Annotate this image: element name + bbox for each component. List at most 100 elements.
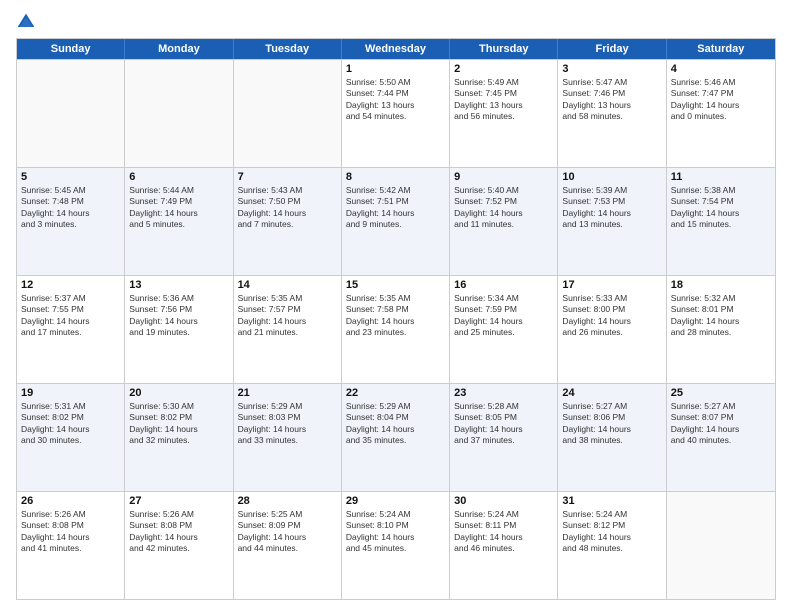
day-info: Sunrise: 5:44 AM Sunset: 7:49 PM Dayligh…: [129, 185, 228, 231]
day-info: Sunrise: 5:27 AM Sunset: 8:06 PM Dayligh…: [562, 401, 661, 447]
day-number: 22: [346, 387, 445, 399]
day-number: 1: [346, 63, 445, 75]
day-number: 7: [238, 171, 337, 183]
header-monday: Monday: [125, 39, 233, 59]
header-sunday: Sunday: [17, 39, 125, 59]
day-number: 9: [454, 171, 553, 183]
day-info: Sunrise: 5:46 AM Sunset: 7:47 PM Dayligh…: [671, 77, 771, 123]
day-cell-20: 20Sunrise: 5:30 AM Sunset: 8:02 PM Dayli…: [125, 384, 233, 491]
day-number: 20: [129, 387, 228, 399]
empty-cell-0-0: [17, 60, 125, 167]
day-cell-6: 6 Sunrise: 5:44 AM Sunset: 7:49 PM Daylig…: [125, 168, 233, 275]
day-number: 29: [346, 495, 445, 507]
header-thursday: Thursday: [450, 39, 558, 59]
day-cell-28: 28Sunrise: 5:25 AM Sunset: 8:09 PM Dayli…: [234, 492, 342, 599]
day-cell-22: 22 Sunrise: 5:29 AM Sunset: 8:04 PM Dayli…: [342, 384, 450, 491]
day-number: 19: [21, 387, 120, 399]
day-number: 17: [562, 279, 661, 291]
calendar-body: 1 Sunrise: 5:50 AM Sunset: 7:44 PM Daylig…: [17, 59, 775, 599]
day-info: Sunrise: 5:24 AM Sunset: 8:10 PM Dayligh…: [346, 509, 445, 555]
day-info: Sunrise: 5:34 AM Sunset: 7:59 PM Dayligh…: [454, 293, 553, 339]
header-wednesday: Wednesday: [342, 39, 450, 59]
empty-cell-4-6: [667, 492, 775, 599]
day-number: 15: [346, 279, 445, 291]
day-info: Sunrise: 5:27 AM Sunset: 8:07 PM Dayligh…: [671, 401, 771, 447]
day-number: 10: [562, 171, 661, 183]
day-info: Sunrise: 5:35 AM Sunset: 7:57 PM Dayligh…: [238, 293, 337, 339]
day-cell-27: 27 Sunrise: 5:26 AM Sunset: 8:08 PM Dayli…: [125, 492, 233, 599]
day-cell-30: 30 Sunrise: 5:24 AM Sunset: 8:11 PM Dayli…: [450, 492, 558, 599]
day-cell-24: 24 Sunrise: 5:27 AM Sunset: 8:06 PM Dayli…: [558, 384, 666, 491]
day-number: 31: [562, 495, 661, 507]
day-number: 4: [671, 63, 771, 75]
day-cell-23: 23 Sunrise: 5:28 AM Sunset: 8:05 PM Dayli…: [450, 384, 558, 491]
calendar: SundayMondayTuesdayWednesdayThursdayFrid…: [16, 38, 776, 600]
day-cell-17: 17 Sunrise: 5:33 AM Sunset: 8:00 PM Dayli…: [558, 276, 666, 383]
day-number: 5: [21, 171, 120, 183]
page-header: [16, 12, 776, 32]
day-info: Sunrise: 5:33 AM Sunset: 8:00 PM Dayligh…: [562, 293, 661, 339]
day-cell-1: 1 Sunrise: 5:50 AM Sunset: 7:44 PM Daylig…: [342, 60, 450, 167]
calendar-row-1: 5 Sunrise: 5:45 AM Sunset: 7:48 PM Daylig…: [17, 167, 775, 275]
day-info: Sunrise: 5:24 AM Sunset: 8:11 PM Dayligh…: [454, 509, 553, 555]
day-cell-31: 31Sunrise: 5:24 AM Sunset: 8:12 PM Dayli…: [558, 492, 666, 599]
day-cell-18: 18 Sunrise: 5:32 AM Sunset: 8:01 PM Dayli…: [667, 276, 775, 383]
calendar-row-4: 26 Sunrise: 5:26 AM Sunset: 8:08 PM Dayli…: [17, 491, 775, 599]
header-tuesday: Tuesday: [234, 39, 342, 59]
calendar-row-0: 1 Sunrise: 5:50 AM Sunset: 7:44 PM Daylig…: [17, 59, 775, 167]
day-number: 8: [346, 171, 445, 183]
day-number: 2: [454, 63, 553, 75]
day-info: Sunrise: 5:50 AM Sunset: 7:44 PM Dayligh…: [346, 77, 445, 123]
day-cell-15: 15 Sunrise: 5:35 AM Sunset: 7:58 PM Dayli…: [342, 276, 450, 383]
day-info: Sunrise: 5:29 AM Sunset: 8:04 PM Dayligh…: [346, 401, 445, 447]
day-number: 18: [671, 279, 771, 291]
day-number: 16: [454, 279, 553, 291]
day-info: Sunrise: 5:26 AM Sunset: 8:08 PM Dayligh…: [21, 509, 120, 555]
day-info: Sunrise: 5:26 AM Sunset: 8:08 PM Dayligh…: [129, 509, 228, 555]
day-info: Sunrise: 5:49 AM Sunset: 7:45 PM Dayligh…: [454, 77, 553, 123]
day-cell-11: 11 Sunrise: 5:38 AM Sunset: 7:54 PM Dayli…: [667, 168, 775, 275]
day-number: 26: [21, 495, 120, 507]
day-info: Sunrise: 5:25 AM Sunset: 8:09 PM Dayligh…: [238, 509, 337, 555]
day-number: 11: [671, 171, 771, 183]
calendar-row-3: 19 Sunrise: 5:31 AM Sunset: 8:02 PM Dayli…: [17, 383, 775, 491]
header-saturday: Saturday: [667, 39, 775, 59]
day-number: 23: [454, 387, 553, 399]
day-cell-5: 5 Sunrise: 5:45 AM Sunset: 7:48 PM Daylig…: [17, 168, 125, 275]
day-number: 12: [21, 279, 120, 291]
day-cell-21: 21 Sunrise: 5:29 AM Sunset: 8:03 PM Dayli…: [234, 384, 342, 491]
day-info: Sunrise: 5:32 AM Sunset: 8:01 PM Dayligh…: [671, 293, 771, 339]
day-number: 6: [129, 171, 228, 183]
day-cell-19: 19 Sunrise: 5:31 AM Sunset: 8:02 PM Dayli…: [17, 384, 125, 491]
day-info: Sunrise: 5:43 AM Sunset: 7:50 PM Dayligh…: [238, 185, 337, 231]
day-number: 3: [562, 63, 661, 75]
logo: [16, 12, 41, 32]
day-number: 30: [454, 495, 553, 507]
calendar-header: SundayMondayTuesdayWednesdayThursdayFrid…: [17, 39, 775, 59]
day-cell-26: 26 Sunrise: 5:26 AM Sunset: 8:08 PM Dayli…: [17, 492, 125, 599]
empty-cell-0-1: [125, 60, 233, 167]
day-number: 27: [129, 495, 228, 507]
day-cell-25: 25 Sunrise: 5:27 AM Sunset: 8:07 PM Dayli…: [667, 384, 775, 491]
day-info: Sunrise: 5:37 AM Sunset: 7:55 PM Dayligh…: [21, 293, 120, 339]
day-number: 25: [671, 387, 771, 399]
header-friday: Friday: [558, 39, 666, 59]
logo-icon: [16, 12, 36, 32]
day-cell-29: 29 Sunrise: 5:24 AM Sunset: 8:10 PM Dayli…: [342, 492, 450, 599]
day-cell-16: 16 Sunrise: 5:34 AM Sunset: 7:59 PM Dayli…: [450, 276, 558, 383]
day-cell-3: 3 Sunrise: 5:47 AM Sunset: 7:46 PM Daylig…: [558, 60, 666, 167]
day-info: Sunrise: 5:35 AM Sunset: 7:58 PM Dayligh…: [346, 293, 445, 339]
day-cell-8: 8Sunrise: 5:42 AM Sunset: 7:51 PM Daylig…: [342, 168, 450, 275]
day-info: Sunrise: 5:31 AM Sunset: 8:02 PM Dayligh…: [21, 401, 120, 447]
calendar-row-2: 12 Sunrise: 5:37 AM Sunset: 7:55 PM Dayli…: [17, 275, 775, 383]
day-info: Sunrise: 5:40 AM Sunset: 7:52 PM Dayligh…: [454, 185, 553, 231]
day-number: 14: [238, 279, 337, 291]
day-number: 24: [562, 387, 661, 399]
day-info: Sunrise: 5:38 AM Sunset: 7:54 PM Dayligh…: [671, 185, 771, 231]
day-info: Sunrise: 5:29 AM Sunset: 8:03 PM Dayligh…: [238, 401, 337, 447]
day-info: Sunrise: 5:47 AM Sunset: 7:46 PM Dayligh…: [562, 77, 661, 123]
day-number: 21: [238, 387, 337, 399]
day-cell-10: 10Sunrise: 5:39 AM Sunset: 7:53 PM Dayli…: [558, 168, 666, 275]
day-info: Sunrise: 5:28 AM Sunset: 8:05 PM Dayligh…: [454, 401, 553, 447]
day-info: Sunrise: 5:45 AM Sunset: 7:48 PM Dayligh…: [21, 185, 120, 231]
